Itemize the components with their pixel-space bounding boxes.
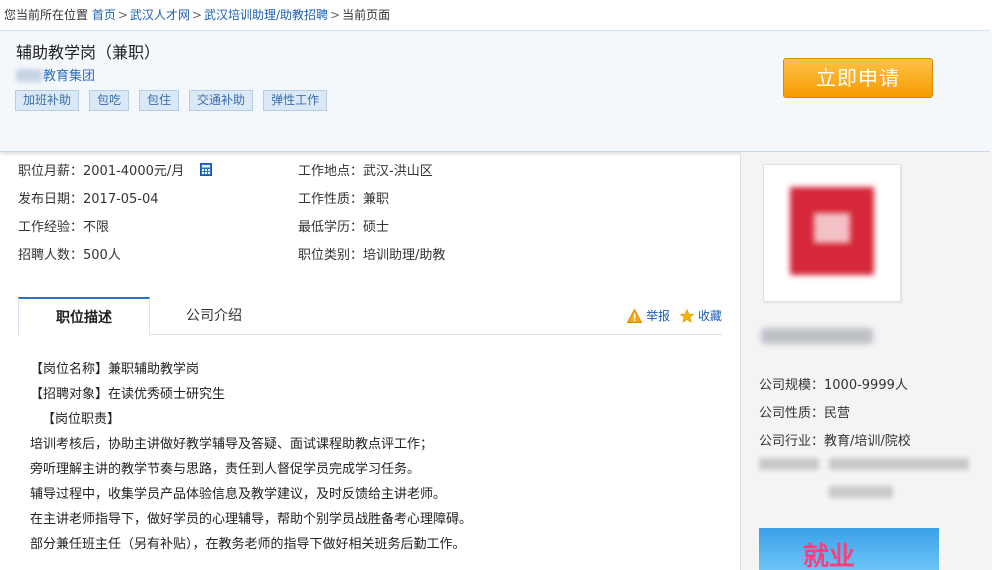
salary-text: 职位月薪：2001-4000元/月 [18, 164, 185, 179]
breadcrumb-current: 当前页面 [342, 8, 391, 22]
calculator-icon[interactable] [200, 163, 213, 176]
category-info: 职位类别：培训助理/助教 [298, 248, 446, 263]
benefit-tags: 加班补助 包吃 包住 交通补助 弹性工作 [15, 90, 328, 111]
star-icon [679, 308, 694, 323]
blurred-logo-image [790, 187, 874, 275]
apply-button[interactable]: 立即申请 [783, 58, 933, 98]
company-name-suffix: 教育集团 [43, 69, 96, 84]
benefit-tag: 包吃 [89, 90, 130, 111]
company-type: 公司性质：民营 [759, 406, 851, 421]
breadcrumb-separator: > [330, 8, 341, 22]
breadcrumb-category-link[interactable]: 武汉培训助理/助教招聘 [204, 8, 328, 22]
experience-info: 工作经验：不限 [18, 220, 110, 235]
warning-icon [626, 308, 642, 323]
company-link[interactable]: 教育集团 [16, 65, 95, 84]
description-line: 【岗位职责】 [42, 412, 121, 427]
company-size: 公司规模：1000-9999人 [759, 378, 908, 393]
detail-tabs: 职位描述 公司介绍 举报 收藏 [18, 297, 722, 336]
tab-actions: 举报 收藏 [626, 307, 722, 324]
date-info: 发布日期：2017-05-04 [18, 192, 159, 207]
breadcrumb: 您当前所在位置 首页 > 武汉人才网 > 武汉培训助理/助教招聘 > 当前页面 [4, 6, 390, 26]
blurred-address-line [829, 486, 893, 498]
description-line: 辅导过程中，收集学员产品体验信息及教学建议，及时反馈给主讲老师。 [30, 487, 447, 502]
description-line: 旁听理解主讲的教学节奏与思路，责任到人督促学员完成学习任务。 [30, 462, 421, 477]
benefit-tag: 加班补助 [15, 90, 80, 111]
company-address-blurred-2 [829, 486, 893, 501]
blurred-address-line [829, 458, 970, 470]
nature-info: 工作性质：兼职 [298, 192, 390, 207]
breadcrumb-prefix: 您当前所在位置 [4, 8, 89, 22]
benefit-tag: 包住 [139, 90, 180, 111]
description-line: 部分兼任班主任（另有补贴），在教务老师的指导下做好相关班务后勤工作。 [30, 537, 466, 552]
breadcrumb-home-link[interactable]: 首页 [92, 8, 116, 22]
blurred-address-label [759, 458, 819, 470]
tab-job-description[interactable]: 职位描述 [18, 297, 150, 336]
description-line: 【岗位名称】兼职辅助教学岗 [30, 362, 200, 377]
description-line: 在主讲老师指导下，做好学员的心理辅导，帮助个别学员战胜备考心理障碍。 [30, 512, 473, 527]
education-info: 最低学历：硕士 [298, 220, 390, 235]
company-logo[interactable] [763, 164, 901, 302]
job-title: 辅助教学岗（兼职） [16, 43, 161, 62]
tab-company-intro[interactable]: 公司介绍 [168, 297, 260, 335]
benefit-tag: 弹性工作 [263, 90, 328, 111]
banner-text: 就业 [803, 542, 856, 570]
promo-banner[interactable]: 就业 [759, 528, 939, 570]
breadcrumb-separator: > [191, 8, 202, 22]
job-description: 【岗位名称】兼职辅助教学岗 【招聘对象】在读优秀硕士研究生 【岗位职责】 培训考… [30, 357, 710, 557]
location-info: 工作地点：武汉-洪山区 [298, 164, 433, 179]
job-detail-panel: 职位月薪：2001-4000元/月 工作地点：武汉-洪山区 发布日期：2017-… [0, 152, 740, 570]
headcount-info: 招聘人数：500人 [18, 248, 121, 263]
company-sidebar: 公司规模：1000-9999人 公司性质：民营 公司行业：教育/培训/院校 就业 [740, 152, 992, 570]
blurred-company-prefix [16, 69, 42, 82]
favorite-link[interactable]: 收藏 [698, 307, 722, 324]
company-address-blurred [759, 458, 970, 473]
job-header: 辅助教学岗（兼职） 教育集团 加班补助 包吃 包住 交通补助 弹性工作 立即申请 [0, 30, 990, 152]
breadcrumb-separator: > [117, 8, 128, 22]
breadcrumb-wuhan-link[interactable]: 武汉人才网 [130, 8, 190, 22]
description-line: 【招聘对象】在读优秀硕士研究生 [30, 387, 226, 402]
report-link[interactable]: 举报 [646, 307, 670, 324]
salary-info: 职位月薪：2001-4000元/月 [18, 160, 213, 179]
benefit-tag: 交通补助 [189, 90, 254, 111]
description-line: 培训考核后，协助主讲做好教学辅导及答疑、面试课程助教点评工作； [30, 437, 434, 452]
company-industry: 公司行业：教育/培训/院校 [759, 434, 911, 449]
blurred-company-name[interactable] [761, 328, 873, 344]
